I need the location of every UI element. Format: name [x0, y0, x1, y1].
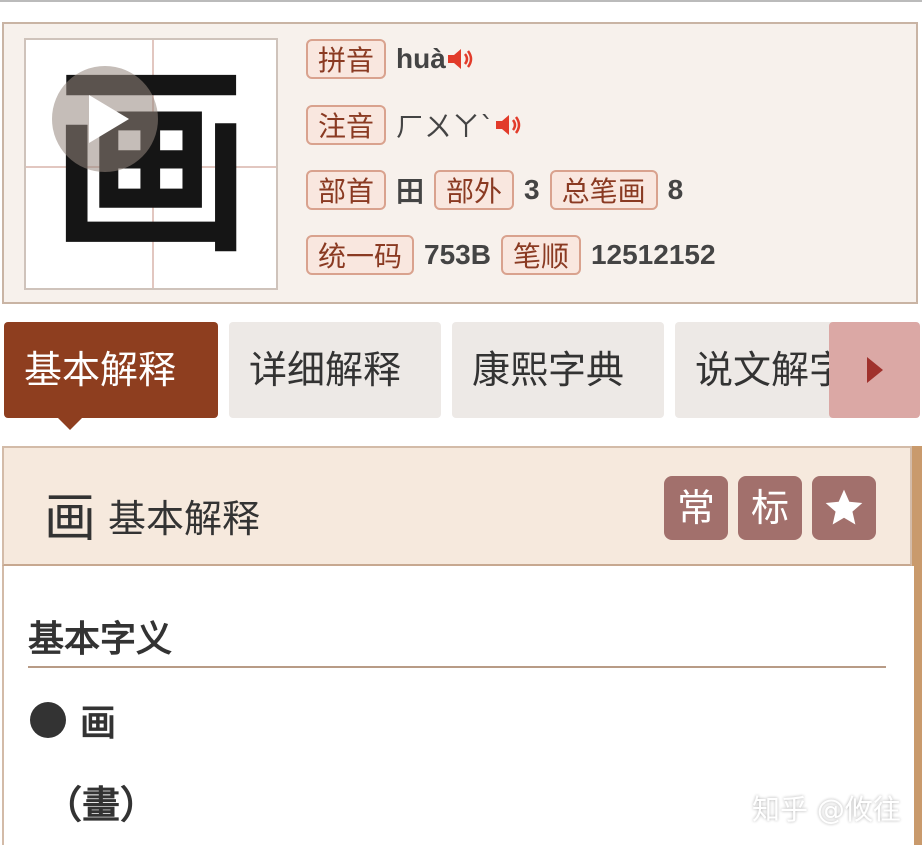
section-header: 画 基本解释 常 标: [2, 446, 912, 566]
entry-character: 画: [80, 703, 117, 744]
star-icon: [825, 489, 863, 525]
pinyin-value: huà: [396, 43, 446, 74]
unicode-row: 统一码 753B 笔顺 12512152: [306, 232, 726, 278]
tab-bar: 基本解释 详细解释 康熙字典 说文解字: [0, 322, 922, 430]
total-strokes-value: 8: [667, 174, 684, 205]
speaker-icon[interactable]: [494, 111, 524, 139]
favorite-button[interactable]: [812, 476, 876, 540]
active-tab-pointer: [58, 418, 82, 430]
tab-basic-explanation[interactable]: 基本解释: [4, 322, 218, 418]
entry-row: 画: [30, 694, 116, 746]
play-icon: [89, 95, 129, 143]
zhuyin-row: 注音 ㄏㄨㄚˋ: [306, 102, 524, 148]
zhuyin-value: ㄏㄨㄚˋ: [396, 110, 495, 143]
pinyin-row: 拼音 huà: [306, 36, 476, 82]
outer-strokes-value: 3: [524, 174, 540, 205]
stroke-order-tag: 笔顺: [500, 235, 581, 275]
radical-row: 部首 田 部外 3 总笔画 8: [306, 167, 693, 213]
bullet-icon: [30, 702, 66, 738]
speaker-icon[interactable]: [446, 45, 476, 73]
chevron-right-icon: [866, 357, 883, 383]
radical-value: 田: [396, 175, 425, 208]
total-strokes-tag: 总笔画: [549, 170, 658, 210]
character-stroke-box: 画: [24, 38, 278, 290]
tab-kangxi-dictionary[interactable]: 康熙字典: [452, 322, 664, 418]
stroke-order-value: 12512152: [590, 239, 716, 270]
watermark: 知乎 @攸往: [752, 793, 901, 826]
traditional-form: （畫）: [44, 783, 159, 827]
standard-character-badge[interactable]: 标: [738, 476, 802, 540]
outer-strokes-tag: 部外: [434, 170, 515, 210]
zhuyin-tag: 注音: [306, 105, 387, 145]
section-title: 基本解释: [108, 497, 261, 541]
section-character: 画: [44, 489, 97, 549]
play-stroke-animation-button[interactable]: [52, 66, 158, 172]
common-character-badge[interactable]: 常: [664, 476, 728, 540]
basic-meaning-heading: 基本字义: [28, 619, 173, 660]
radical-tag: 部首: [306, 170, 387, 210]
pinyin-tag: 拼音: [306, 39, 387, 79]
top-border: [0, 0, 922, 2]
tab-detailed-explanation[interactable]: 详细解释: [229, 322, 441, 418]
character-card: 画 拼音 huà 注音 ㄏㄨㄚˋ 部首 田 部外 3 总笔画 8 统一码 753…: [2, 22, 918, 304]
tabs-scroll-right-button[interactable]: [829, 322, 920, 418]
heading-divider: [28, 666, 886, 668]
unicode-value: 753B: [424, 239, 491, 270]
unicode-tag: 统一码: [306, 235, 415, 275]
